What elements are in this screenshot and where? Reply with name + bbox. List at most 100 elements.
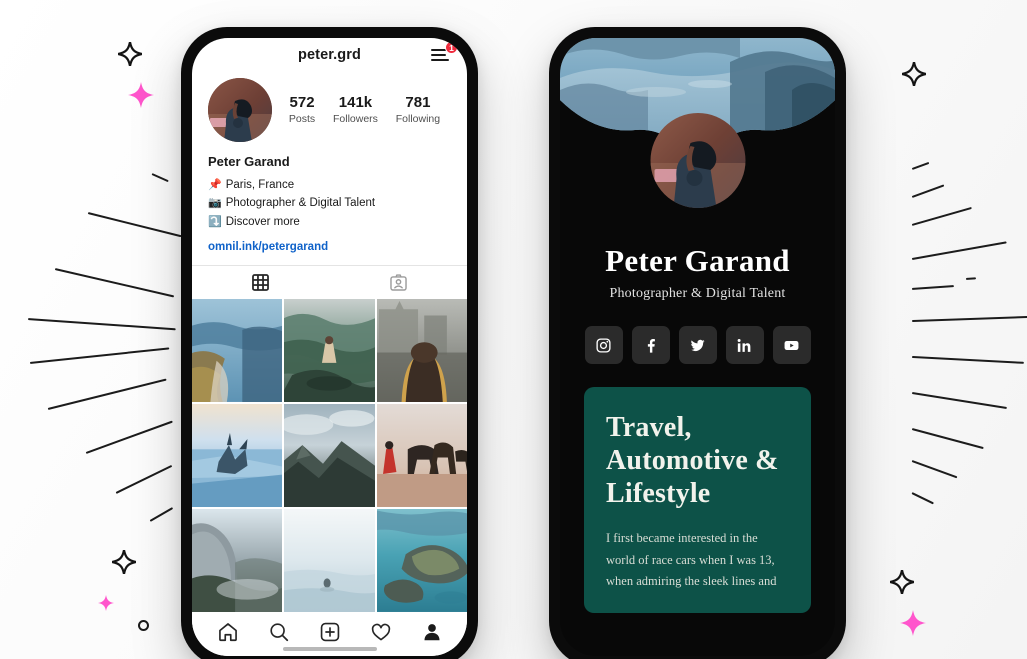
page-title: peter.grd bbox=[298, 47, 361, 63]
stat-label: Following bbox=[395, 113, 441, 126]
bio-line-text: Discover more bbox=[225, 215, 300, 228]
stat-label: Followers bbox=[332, 113, 378, 126]
stat-label: Posts bbox=[288, 113, 316, 126]
phone-mockup-instagram: peter.grd 1 572 Posts 141k Followers 781… bbox=[181, 27, 478, 659]
decorative-ray-left-9 bbox=[149, 507, 173, 522]
sparkle-outline-bottom-left bbox=[110, 548, 138, 579]
avatar[interactable] bbox=[208, 78, 272, 142]
linkedin-icon bbox=[737, 338, 751, 352]
sparkle-outline-top-right bbox=[900, 60, 928, 91]
social-links bbox=[560, 326, 835, 365]
grid-icon bbox=[252, 274, 270, 292]
decorative-ray-right-8 bbox=[911, 356, 1024, 365]
decorative-ray-right-11 bbox=[911, 460, 958, 479]
decorative-ray-left-7 bbox=[85, 420, 173, 454]
pin-icon: 📌 bbox=[208, 179, 222, 191]
bio-page-screen: Peter Garand Photographer & Digital Tale… bbox=[560, 38, 835, 656]
decorative-ray-left-6 bbox=[47, 378, 167, 411]
bio-name: Peter Garand bbox=[605, 243, 790, 278]
decorative-ray-right-4 bbox=[911, 241, 1007, 261]
profile-nav-icon[interactable] bbox=[421, 621, 443, 643]
sparkle-pink-top-left bbox=[128, 82, 154, 113]
profile-stats: 572 Posts 141k Followers 781 Following bbox=[272, 94, 451, 127]
decorative-ray-right-12 bbox=[911, 492, 934, 505]
profile-bio: Peter Garand 📌 Paris, France 📷 Photograp… bbox=[192, 144, 467, 253]
decorative-ray-left-4 bbox=[27, 318, 176, 331]
grid-post[interactable] bbox=[192, 509, 283, 612]
arrow-down-icon: ⤵️ bbox=[208, 215, 222, 228]
stat-followers[interactable]: 141k Followers bbox=[333, 94, 378, 127]
twitter-link[interactable] bbox=[678, 326, 717, 365]
grid-post[interactable] bbox=[192, 299, 283, 403]
decorative-layer bbox=[0, 0, 1027, 659]
decorative-ray-right-9 bbox=[911, 392, 1007, 410]
tab-tagged[interactable] bbox=[330, 266, 468, 299]
instagram-top-bar: peter.grd 1 bbox=[192, 38, 467, 72]
tagged-icon bbox=[390, 274, 407, 291]
hamburger-menu-icon[interactable]: 1 bbox=[431, 41, 458, 63]
decorative-ray-right-3 bbox=[911, 206, 972, 226]
decorative-ray-right-1 bbox=[911, 161, 930, 170]
stat-following[interactable]: 781 Following bbox=[396, 94, 440, 127]
profile-full-name: Peter Garand bbox=[208, 154, 290, 169]
bio-line-text: Paris, France bbox=[225, 179, 295, 191]
bio-line-text: Photographer & Digital Talent bbox=[225, 197, 376, 210]
decorative-ray-left-3 bbox=[54, 268, 175, 298]
instagram-icon bbox=[596, 338, 611, 353]
grid-post[interactable] bbox=[284, 509, 375, 612]
grid-post[interactable] bbox=[376, 509, 467, 612]
twitter-icon bbox=[691, 339, 705, 351]
decorative-ray-right-6 bbox=[965, 277, 977, 280]
grid-post[interactable] bbox=[284, 299, 375, 403]
decorative-ray-right-7 bbox=[911, 315, 1027, 323]
facebook-link[interactable] bbox=[631, 326, 670, 365]
photo-grid bbox=[192, 299, 467, 612]
stat-value: 781 bbox=[405, 93, 431, 111]
profile-tabs bbox=[192, 265, 467, 299]
tab-grid[interactable] bbox=[192, 266, 330, 299]
home-indicator bbox=[282, 647, 377, 651]
bio-page-body: Peter Garand Photographer & Digital Tale… bbox=[560, 166, 835, 613]
search-nav-icon[interactable] bbox=[268, 621, 290, 643]
sparkle-pink-bottom-right bbox=[900, 610, 926, 641]
sparkle-outline-top-left bbox=[116, 40, 144, 71]
grid-post[interactable] bbox=[284, 404, 375, 508]
grid-post[interactable] bbox=[376, 404, 467, 508]
facebook-icon bbox=[647, 338, 655, 353]
profile-link[interactable]: omnil.ink/petergarand bbox=[208, 241, 451, 253]
notification-badge: 1 bbox=[445, 41, 458, 54]
instagram-profile-header: 572 Posts 141k Followers 781 Following bbox=[192, 72, 467, 144]
bio-line-role: 📷 Photographer & Digital Talent bbox=[208, 194, 451, 212]
grid-post[interactable] bbox=[376, 299, 467, 403]
linkedin-link[interactable] bbox=[725, 326, 764, 365]
instagram-profile-screen: peter.grd 1 572 Posts 141k Followers 781… bbox=[192, 38, 467, 656]
decorative-ray-left-5 bbox=[29, 347, 170, 365]
bio-content-card: Travel, Automotive & Lifestyle I first b… bbox=[584, 387, 811, 613]
decorative-ray-right-10 bbox=[911, 428, 984, 450]
bio-card-title: Travel, Automotive & Lifestyle bbox=[606, 412, 779, 510]
bio-card-text: I first became interested in the world o… bbox=[606, 531, 777, 589]
decorative-ray-left-8 bbox=[115, 464, 173, 494]
activity-nav-icon[interactable] bbox=[370, 621, 392, 643]
decorative-ray-right-5 bbox=[911, 285, 954, 291]
home-nav-icon[interactable] bbox=[217, 621, 239, 643]
sparkle-pink-bottom-left bbox=[98, 595, 114, 616]
instagram-link[interactable] bbox=[584, 326, 623, 365]
phone-mockup-bio-page: Peter Garand Photographer & Digital Tale… bbox=[549, 27, 846, 659]
stat-posts[interactable]: 572 Posts bbox=[289, 94, 315, 127]
sparkle-outline-bottom-right bbox=[888, 568, 916, 599]
bio-line-location: 📌 Paris, France bbox=[208, 176, 451, 194]
grid-post[interactable] bbox=[192, 404, 283, 508]
stat-value: 141k bbox=[338, 93, 373, 111]
stat-value: 572 bbox=[289, 93, 315, 111]
decorative-ray-right-2 bbox=[911, 184, 945, 198]
youtube-icon bbox=[784, 340, 799, 350]
small-circle-outline bbox=[138, 620, 149, 631]
youtube-link[interactable] bbox=[772, 326, 811, 365]
bio-role: Photographer & Digital Talent bbox=[609, 286, 786, 302]
decorative-ray-left-1 bbox=[151, 173, 169, 182]
camera-icon: 📷 bbox=[208, 197, 222, 210]
create-nav-icon[interactable] bbox=[319, 621, 341, 643]
avatar bbox=[650, 113, 745, 208]
decorative-ray-left-2 bbox=[87, 212, 182, 238]
